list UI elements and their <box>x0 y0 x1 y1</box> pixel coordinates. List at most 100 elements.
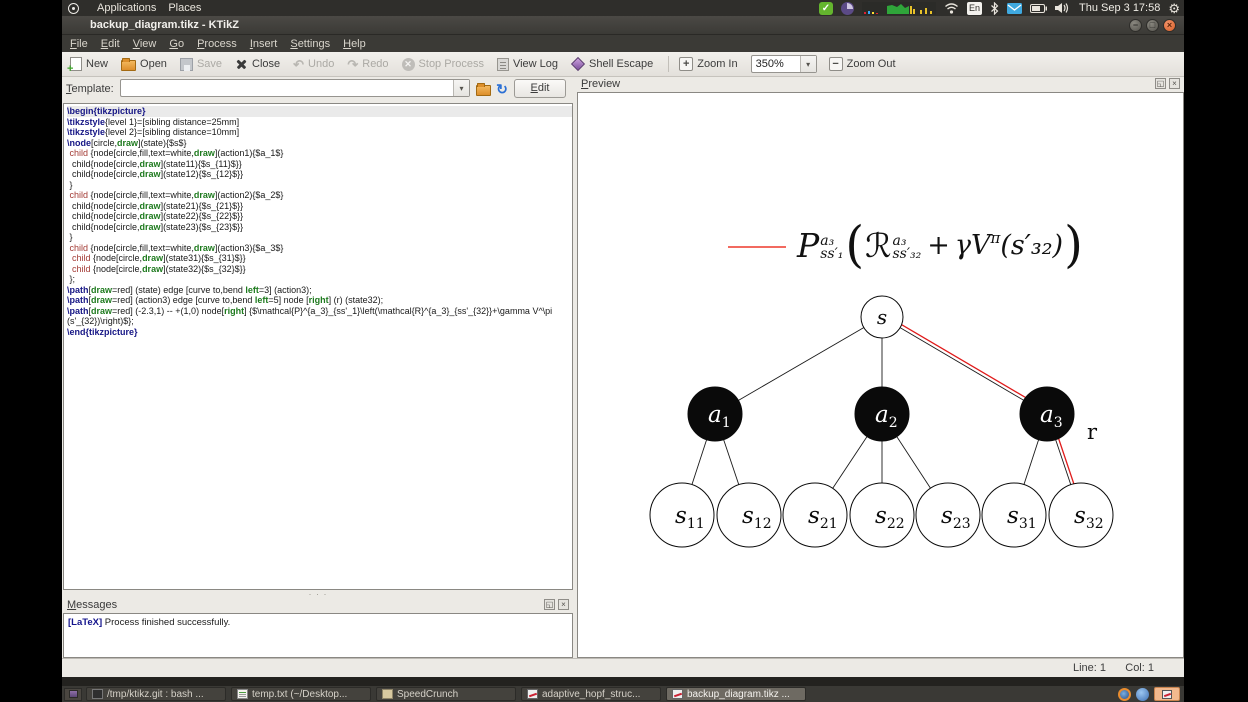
preview-canvas: s a1 a2 a3 s11 s12 s21 s22 s23 s31 s32 r P a₃ ss′₁ (… <box>577 92 1184 658</box>
wifi-icon[interactable] <box>944 2 959 15</box>
ktikz-window-icon <box>672 689 683 699</box>
tree-edge <box>714 316 883 415</box>
taskbar-item-label: SpeedCrunch <box>397 688 459 700</box>
code-editor[interactable]: \begin{tikzpicture} \tikzstyle{level 1}=[… <box>63 103 573 590</box>
ktikz-window-icon <box>527 689 538 699</box>
messages-title: Messages <box>67 599 118 611</box>
panel-menu-places[interactable]: Places <box>168 2 201 14</box>
reward-label: r <box>1087 420 1098 444</box>
app-sphere-icon[interactable] <box>1136 687 1149 701</box>
code-line: child{node[circle,draw](state21){$s_{21}… <box>67 200 244 211</box>
menu-file[interactable]: File <box>70 38 88 50</box>
template-open-button[interactable] <box>474 80 492 98</box>
view-log-icon <box>496 57 509 71</box>
volume-icon[interactable] <box>1055 2 1069 15</box>
zoom-out-button[interactable]: − Zoom Out <box>828 57 896 71</box>
window-title: backup_diagram.tikz - KTikZ <box>90 19 239 31</box>
taskbar-item-label: temp.txt (~/Desktop... <box>252 688 348 700</box>
taskbar-item[interactable]: SpeedCrunch <box>376 687 516 701</box>
maximize-button[interactable]: □ <box>1146 19 1159 32</box>
show-desktop-button[interactable] <box>64 687 82 701</box>
ubuntu-logo-icon <box>68 2 79 14</box>
code-line: }; <box>67 274 76 284</box>
messages-output: [LaTeX] Process finished successfully. <box>63 613 573 658</box>
updates-ok-icon[interactable]: ✓ <box>818 1 833 15</box>
system-tray: ✓ En Thu Sep 3 17:58 ⚙ <box>818 0 1180 16</box>
template-combobox[interactable]: ▾ <box>120 79 470 97</box>
time-tracker-icon[interactable] <box>840 1 854 15</box>
taskbar-item[interactable]: /tmp/ktikz.git : bash ... <box>86 687 226 701</box>
menu-insert[interactable]: Insert <box>250 38 278 50</box>
formula-red-line <box>728 246 786 248</box>
taskbar-item[interactable]: adaptive_hopf_struc... <box>521 687 661 701</box>
template-reload-button[interactable]: ↻ <box>493 80 511 98</box>
menu-help[interactable]: Help <box>343 38 366 50</box>
tree-node-label: s <box>877 305 887 329</box>
menu-settings[interactable]: Settings <box>290 38 330 50</box>
formula: P a₃ ss′₁ ( ℛ a₃ ss′₃₂ + γV π (s′₃₂) ) <box>797 215 1083 275</box>
zoom-level-combobox[interactable]: 350% ▾ <box>750 55 817 73</box>
code-line: child {node[circle,fill,text=white,draw]… <box>69 242 284 253</box>
undo-button: ↶ Undo <box>293 56 335 72</box>
code-line: \end{tikzpicture} <box>67 326 138 337</box>
panel-clock[interactable]: Thu Sep 3 17:58 <box>1079 2 1160 14</box>
battery-icon[interactable] <box>1030 2 1047 15</box>
menu-process[interactable]: Process <box>197 38 237 50</box>
zoom-dropdown-arrow-icon[interactable]: ▾ <box>799 56 816 72</box>
horizontal-splitter[interactable]: · · · <box>63 589 573 599</box>
preview-dock-header: Preview ◱ × <box>577 77 1184 92</box>
taskbar-item-label: /tmp/ktikz.git : bash ... <box>107 688 204 700</box>
preview-float-icon[interactable]: ◱ <box>1155 78 1166 89</box>
save-icon <box>179 57 193 71</box>
taskbar-item[interactable]: backup_diagram.tikz ... <box>666 687 806 701</box>
formula-rparen: ) <box>1064 215 1083 275</box>
shell-escape-icon <box>570 56 586 72</box>
template-dropdown-arrow-icon[interactable]: ▾ <box>453 80 469 96</box>
shell-escape-button[interactable]: Shell Escape <box>570 56 653 72</box>
zoom-in-button[interactable]: + Zoom In <box>679 57 738 71</box>
bluetooth-icon[interactable] <box>990 1 999 15</box>
code-line: \node[circle,draw](state){$s$} <box>67 137 187 148</box>
formula-lparen: ( <box>845 215 865 275</box>
stop-process-button: ✕ Stop Process <box>401 57 484 71</box>
window-titlebar[interactable]: backup_diagram.tikz - KTikZ − □ × <box>62 16 1184 35</box>
preview-close-icon[interactable]: × <box>1169 78 1180 89</box>
urgent-task-button[interactable] <box>1154 687 1180 701</box>
session-gear-icon[interactable]: ⚙ <box>1168 2 1180 15</box>
menu-view[interactable]: View <box>133 38 157 50</box>
template-label: Template: <box>66 83 114 95</box>
messages-float-icon[interactable]: ◱ <box>544 599 555 610</box>
mail-icon[interactable] <box>1007 2 1022 15</box>
view-log-button[interactable]: View Log <box>496 57 558 71</box>
open-button[interactable]: Open <box>121 57 167 71</box>
top-panel: Applications Places ✓ En Thu Sep 3 17:58… <box>62 0 1184 16</box>
new-file-icon <box>67 57 82 75</box>
minimize-button[interactable]: − <box>1129 19 1142 32</box>
keyboard-layout-indicator[interactable]: En <box>966 1 982 15</box>
menu-edit[interactable]: Edit <box>101 38 120 50</box>
messages-close-icon[interactable]: × <box>558 599 569 610</box>
firefox-icon[interactable] <box>1118 687 1131 701</box>
code-line: \tikzstyle{level 2}=[sibling distance=10… <box>67 127 240 137</box>
code-line: \begin{tikzpicture} <box>67 106 572 117</box>
refresh-icon: ↻ <box>496 81 508 97</box>
code-line: \path[draw=red] (state) edge [curve to,b… <box>67 284 312 295</box>
close-doc-button[interactable]: Close <box>235 58 280 71</box>
open-folder-icon <box>121 57 137 71</box>
zoom-in-icon: + <box>679 57 694 71</box>
new-button[interactable]: New <box>67 57 108 75</box>
tree-edge <box>881 316 1048 415</box>
panel-menu-applications[interactable]: Applications <box>97 2 156 14</box>
taskbar-item[interactable]: temp.txt (~/Desktop... <box>231 687 371 701</box>
text-window-icon <box>237 689 248 699</box>
redo-icon: ↷ <box>347 56 359 72</box>
show-desktop-icon <box>68 690 78 698</box>
code-line: child{node[circle,draw](state11){$s_{11}… <box>67 158 242 169</box>
template-edit-button[interactable]: Edit <box>514 79 566 98</box>
code-line: child{node[circle,draw](state23){$s_{23}… <box>67 221 244 232</box>
close-button[interactable]: × <box>1163 19 1176 32</box>
system-monitor-graph[interactable] <box>861 1 936 15</box>
menu-go[interactable]: Go <box>169 38 184 50</box>
latex-message: Process finished successfully. <box>102 617 231 628</box>
zoom-level-value: 350% <box>755 58 784 70</box>
